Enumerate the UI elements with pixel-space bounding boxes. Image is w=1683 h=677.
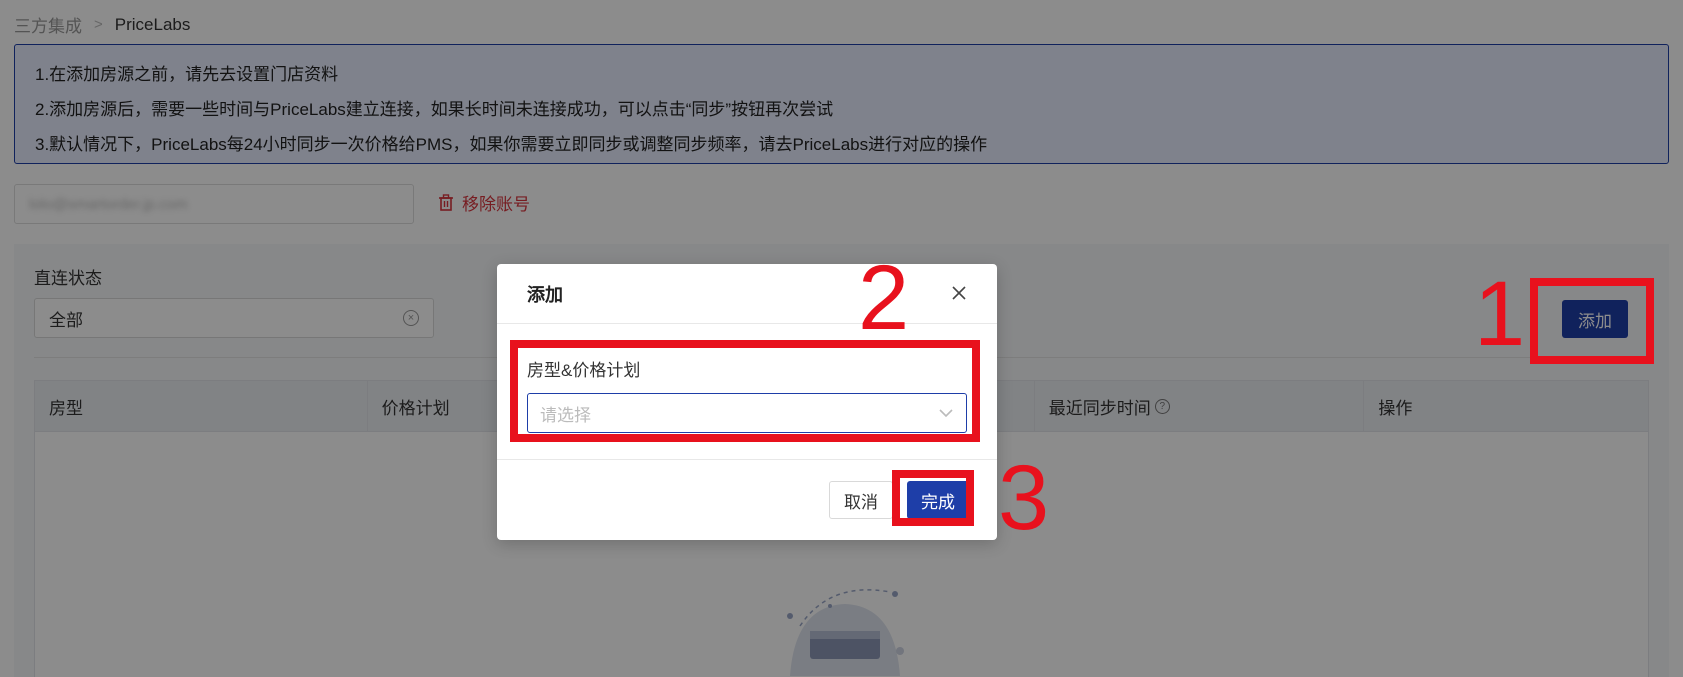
step-number-3: 3 [998, 447, 1050, 549]
close-icon[interactable] [951, 283, 967, 305]
step-number-2: 2 [858, 247, 910, 349]
step-number-1: 1 [1474, 263, 1526, 365]
modal-title: 添加 [527, 284, 563, 305]
modal-header: 添加 [497, 264, 997, 324]
pricelabs-page: 三方集成 > PriceLabs 1.在添加房源之前，请先去设置门店资料 2.添… [0, 0, 1683, 677]
highlight-box-step3 [892, 470, 974, 526]
highlight-box-step2 [510, 340, 980, 442]
highlight-box-step1 [1530, 278, 1654, 364]
cancel-button[interactable]: 取消 [829, 481, 893, 519]
